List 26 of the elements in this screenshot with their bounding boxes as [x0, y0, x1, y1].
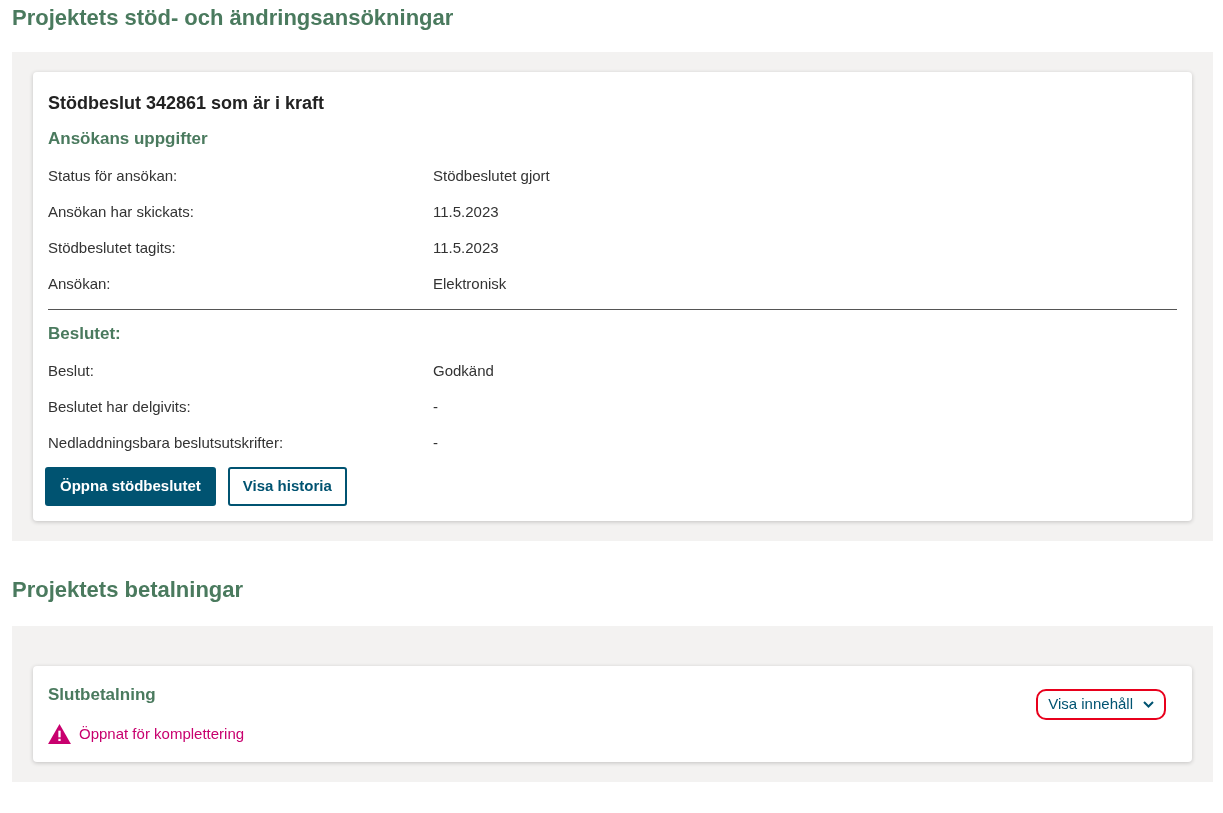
field-value: Godkänd	[433, 360, 494, 381]
chevron-icon	[1143, 701, 1154, 708]
show-content-toggle[interactable]: Visa innehåll	[1036, 689, 1166, 720]
card-title: Stödbeslut 342861 som är i kraft	[48, 92, 326, 114]
card-title: Slutbetalning	[48, 684, 157, 706]
warning-icon	[48, 724, 71, 745]
status-text: Öppnat för komplettering	[79, 724, 245, 744]
field-label: Stödbeslutet tagits:	[48, 237, 177, 258]
field-value: -	[433, 396, 438, 417]
field-value: 11.5.2023	[433, 201, 499, 222]
field-label: Ansökan:	[48, 273, 112, 294]
field-label: Beslut:	[48, 360, 95, 381]
group-heading: Beslutet:	[48, 323, 122, 345]
field-value: Stödbeslutet gjort	[433, 165, 550, 186]
history-button[interactable]: Visa historia	[227, 467, 347, 506]
field-label: Status för ansökan:	[48, 165, 179, 186]
group-heading: Ansökans uppgifter	[48, 128, 209, 150]
section-title: Projektets betalningar	[12, 576, 245, 604]
field-label: Nedladdningsbara beslutsutskrifter:	[48, 432, 285, 453]
field-value: 11.5.2023	[433, 237, 499, 258]
field-value: -	[433, 432, 438, 453]
open-button[interactable]: Öppna stödbeslutet	[45, 467, 216, 506]
field-label: Ansökan har skickats:	[48, 201, 195, 222]
field-value: Elektronisk	[433, 273, 507, 294]
section-title: Projektets stöd- och ändringsansökningar	[12, 4, 455, 32]
field-label: Beslutet har delgivits:	[48, 396, 192, 417]
